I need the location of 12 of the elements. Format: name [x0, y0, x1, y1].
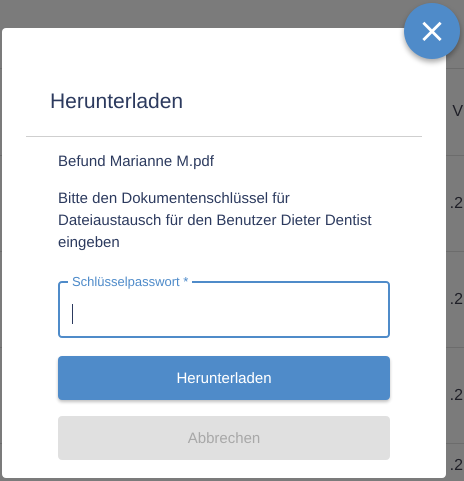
file-name: Befund Marianne M.pdf — [58, 153, 215, 170]
download-button[interactable]: Herunterladen — [58, 356, 390, 400]
column-header: V — [452, 103, 463, 121]
table-cell: .2 — [450, 457, 463, 475]
message-text: Bitte den Dokumentenschlüssel für Dateiaustausch für den Benutzer Dieter Dentist eingeben — [58, 189, 372, 253]
table-cell: .2 — [450, 194, 463, 212]
cancel-button[interactable]: Abbrechen — [58, 416, 390, 460]
password-field[interactable]: Schlüsselpasswort * — [58, 274, 390, 338]
table-cell: .2 — [450, 386, 463, 404]
dialog-title: Herunterladen — [50, 90, 184, 114]
close-button[interactable]: × — [404, 3, 460, 59]
table-cell: .2 — [450, 290, 463, 308]
